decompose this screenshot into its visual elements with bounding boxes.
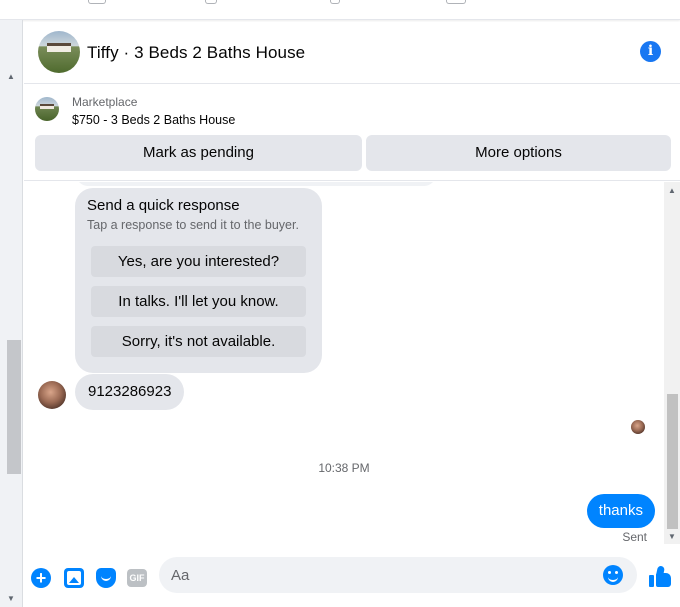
plus-icon[interactable]: + <box>31 568 51 588</box>
quick-response-option[interactable]: In talks. I'll let you know. <box>91 286 306 317</box>
conversation-header: Tiffy · 3 Beds 2 Baths House i <box>24 22 680 84</box>
sticker-icon[interactable] <box>96 568 116 588</box>
message-timestamp: 10:38 PM <box>318 461 370 475</box>
more-options-button[interactable]: More options <box>366 135 671 171</box>
listing-title[interactable]: $750 - 3 Beds 2 Baths House <box>72 113 235 127</box>
marketplace-listing-panel: Marketplace $750 - 3 Beds 2 Baths House … <box>24 85 680 181</box>
message-composer: + GIF Aa <box>24 546 680 607</box>
mark-as-pending-button[interactable]: Mark as pending <box>35 135 362 171</box>
quick-response-option[interactable]: Sorry, it's not available. <box>91 326 306 357</box>
page-scrollbar[interactable]: ▲ ▼ <box>0 20 23 607</box>
buyer-avatar[interactable] <box>38 381 66 409</box>
page-scrollbar-thumb[interactable] <box>7 340 21 474</box>
quick-response-option[interactable]: Yes, are you interested? <box>91 246 306 277</box>
nav-icon-partial[interactable] <box>88 0 106 4</box>
scroll-up-arrow-icon[interactable]: ▲ <box>668 186 676 195</box>
listing-thumbnail[interactable] <box>35 97 59 121</box>
listing-avatar[interactable] <box>38 31 80 73</box>
quick-response-card: Send a quick response Tap a response to … <box>75 188 322 373</box>
sent-status: Sent <box>622 530 647 542</box>
scroll-down-arrow-icon[interactable]: ▼ <box>7 594 15 603</box>
thread-scrollbar[interactable]: ▲ ▼ <box>664 182 680 544</box>
scroll-up-arrow-icon[interactable]: ▲ <box>7 72 15 81</box>
listing-source: Marketplace <box>72 95 138 109</box>
received-message-bubble[interactable]: 9123286923 <box>75 374 185 410</box>
thread-scrollbar-thumb[interactable] <box>667 394 678 529</box>
messenger-window: ▲ ▼ Tiffy · 3 Beds 2 Baths House i Marke… <box>0 0 680 607</box>
previous-message-bubble <box>76 182 436 186</box>
top-nav-strip <box>0 0 680 20</box>
emoji-icon[interactable] <box>603 565 623 585</box>
quick-response-title: Send a quick response <box>87 197 240 214</box>
photo-icon[interactable] <box>64 568 84 588</box>
message-thread[interactable]: Send a quick response Tap a response to … <box>24 182 664 542</box>
listing-actions: Mark as pending More options <box>35 135 671 171</box>
nav-icon-partial[interactable] <box>205 0 217 4</box>
conversation-title[interactable]: Tiffy · 3 Beds 2 Baths House <box>87 43 305 63</box>
nav-icon-partial[interactable] <box>330 0 340 4</box>
read-receipt-avatar <box>631 420 645 434</box>
info-icon[interactable]: i <box>640 41 661 62</box>
nav-icon-partial[interactable] <box>446 0 466 4</box>
gif-icon[interactable]: GIF <box>127 569 147 587</box>
message-input-placeholder: Aa <box>171 567 190 584</box>
scroll-down-arrow-icon[interactable]: ▼ <box>668 532 676 541</box>
thumbs-up-icon[interactable] <box>649 565 671 588</box>
message-input[interactable]: Aa <box>159 557 637 593</box>
sent-message-bubble[interactable]: thanks <box>586 494 655 528</box>
quick-response-subtitle: Tap a response to send it to the buyer. <box>87 218 299 232</box>
